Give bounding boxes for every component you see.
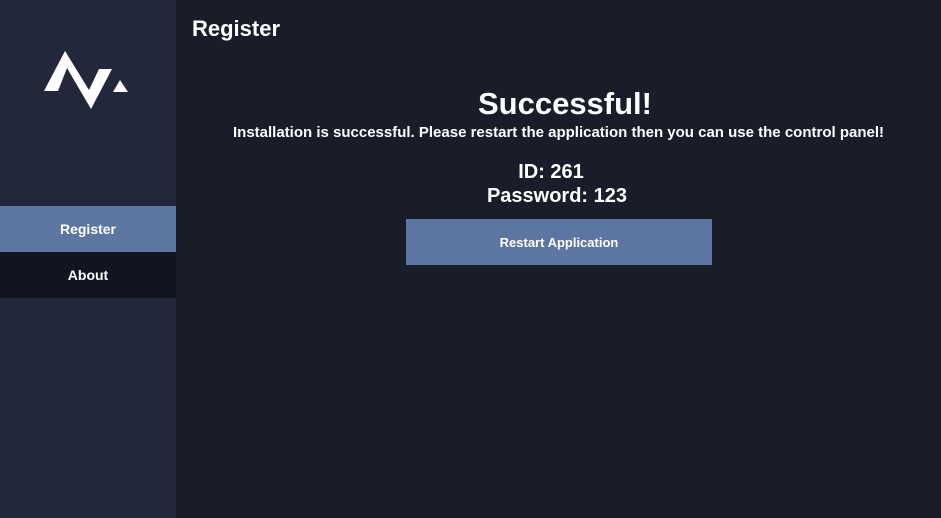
sidebar-item-label: Register [59, 221, 117, 237]
password-value: Password: 123 [486, 185, 628, 207]
main-panel: Register Successful! Installation is suc… [176, 0, 941, 518]
restart-application-button[interactable]: Restart Application [406, 219, 712, 265]
sidebar-item-register[interactable]: Register [0, 206, 176, 252]
sidebar: Register About [0, 0, 176, 518]
success-message: Installation is successful. Please resta… [232, 124, 884, 141]
sidebar-item-about[interactable]: About [0, 252, 176, 298]
brand-logo-icon [44, 51, 128, 109]
app-window: Register About Register Successful! Inst… [0, 0, 941, 518]
success-heading: Successful! [477, 86, 652, 121]
page-title: Register [192, 16, 281, 41]
sidebar-item-label: About [67, 267, 109, 283]
id-value: ID: 261 [518, 161, 584, 183]
